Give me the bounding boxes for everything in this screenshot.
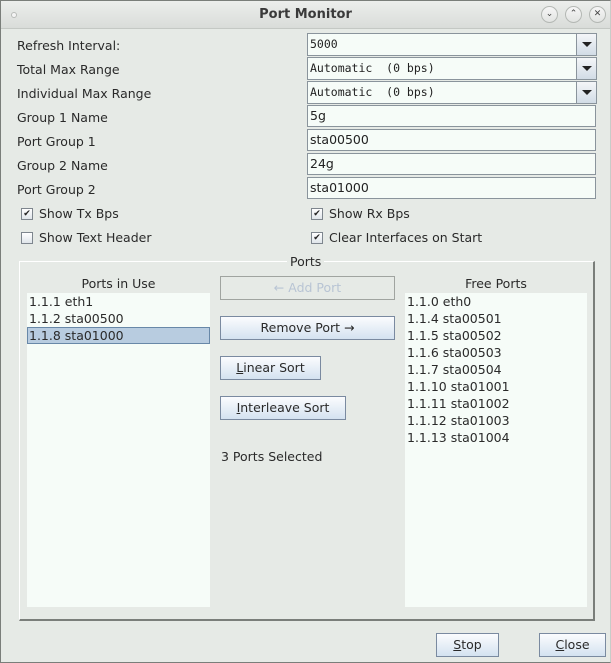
total-max-range-combo[interactable]: Automatic (0 bps) [307, 57, 597, 80]
show-tx-bps-label: Show Tx Bps [39, 206, 119, 221]
checkbox-checked-icon[interactable]: ✔ [21, 207, 33, 220]
clear-interfaces-checkbox[interactable]: ✔ Clear Interfaces on Start [311, 230, 482, 245]
ports-in-use-list[interactable]: 1.1.1 eth1 1.1.2 sta00500 1.1.8 sta01000 [27, 293, 210, 607]
group1-name-input[interactable]: 5g [307, 105, 596, 127]
checkbox-unchecked-icon[interactable] [21, 231, 33, 244]
close-button[interactable]: Close [539, 633, 606, 657]
clear-interfaces-label: Clear Interfaces on Start [329, 230, 483, 245]
dropdown-arrow-icon[interactable] [576, 58, 596, 79]
list-item[interactable]: 1.1.2 sta00500 [27, 310, 210, 327]
total-max-range-label: Total Max Range [17, 62, 120, 77]
list-item[interactable]: 1.1.6 sta00503 [405, 344, 587, 361]
ports-group-title: Ports [287, 254, 325, 269]
dropdown-arrow-icon[interactable] [576, 34, 596, 55]
close-window-button[interactable]: ✕ [589, 6, 606, 23]
button-label: inear Sort [243, 360, 305, 375]
maximize-button[interactable]: ⌃ [565, 6, 582, 23]
refresh-interval-label: Refresh Interval: [17, 38, 121, 53]
close-icon: ✕ [593, 9, 602, 19]
list-item[interactable]: 1.1.11 sta01002 [405, 395, 587, 412]
port-group1-label: Port Group 1 [17, 134, 96, 149]
group1-name-label: Group 1 Name [17, 110, 108, 125]
ports-in-use-header: Ports in Use [81, 276, 156, 291]
free-ports-list[interactable]: 1.1.0 eth0 1.1.4 sta00501 1.1.5 sta00502 1.… [405, 293, 587, 607]
refresh-interval-combo[interactable]: 5000 [307, 33, 597, 56]
individual-max-range-label: Individual Max Range [17, 86, 152, 101]
list-item[interactable]: 1.1.10 sta01001 [405, 378, 587, 395]
show-tx-bps-checkbox[interactable]: ✔ Show Tx Bps [21, 206, 119, 221]
button-label: nterleave Sort [240, 400, 330, 415]
checkbox-checked-icon[interactable]: ✔ [311, 207, 323, 220]
stop-button[interactable]: Stop [436, 633, 499, 657]
add-port-button[interactable]: ← Add Port [220, 276, 395, 300]
chevron-down-icon: ⌄ [545, 9, 554, 19]
individual-max-range-value: Automatic (0 bps) [310, 85, 435, 99]
port-group2-label: Port Group 2 [17, 182, 96, 197]
button-label: top [461, 637, 482, 652]
ports-selected-status: 3 Ports Selected [221, 449, 323, 464]
list-item[interactable]: 1.1.13 sta01004 [405, 429, 587, 446]
list-item[interactable]: 1.1.8 sta01000 [27, 327, 210, 344]
remove-port-button[interactable]: Remove Port → [220, 316, 395, 340]
window-title: Port Monitor [259, 7, 352, 22]
show-rx-bps-label: Show Rx Bps [329, 206, 410, 221]
interleave-sort-button[interactable]: Interleave Sort [220, 396, 346, 420]
total-max-range-value: Automatic (0 bps) [310, 61, 435, 75]
individual-max-range-combo[interactable]: Automatic (0 bps) [307, 81, 597, 104]
dropdown-arrow-icon[interactable] [576, 82, 596, 103]
group2-name-input[interactable]: 24g [307, 153, 596, 175]
list-item[interactable]: 1.1.5 sta00502 [405, 327, 587, 344]
checkbox-checked-icon[interactable]: ✔ [311, 231, 323, 244]
port-group1-input[interactable]: sta00500 [307, 129, 596, 151]
title-bar[interactable]: Port Monitor ⌄ ⌃ ✕ [1, 1, 610, 29]
show-rx-bps-checkbox[interactable]: ✔ Show Rx Bps [311, 206, 410, 221]
refresh-interval-value: 5000 [310, 37, 338, 51]
button-label: lose [564, 637, 590, 652]
chevron-up-icon: ⌃ [569, 9, 578, 19]
list-item[interactable]: 1.1.4 sta00501 [405, 310, 587, 327]
show-text-header-checkbox[interactable]: Show Text Header [21, 230, 151, 245]
linear-sort-button[interactable]: Linear Sort [220, 356, 321, 380]
group2-name-label: Group 2 Name [17, 158, 108, 173]
list-item[interactable]: 1.1.12 sta01003 [405, 412, 587, 429]
list-item[interactable]: 1.1.1 eth1 [27, 293, 210, 310]
mnemonic: C [555, 637, 565, 652]
list-item[interactable]: 1.1.7 sta00504 [405, 361, 587, 378]
show-text-header-label: Show Text Header [39, 230, 152, 245]
free-ports-header: Free Ports [465, 276, 527, 291]
minimize-button[interactable]: ⌄ [541, 6, 558, 23]
list-item[interactable]: 1.1.0 eth0 [405, 293, 587, 310]
port-monitor-window: Port Monitor ⌄ ⌃ ✕ Refresh Interval: 500… [0, 0, 611, 663]
port-group2-input[interactable]: sta01000 [307, 177, 596, 199]
